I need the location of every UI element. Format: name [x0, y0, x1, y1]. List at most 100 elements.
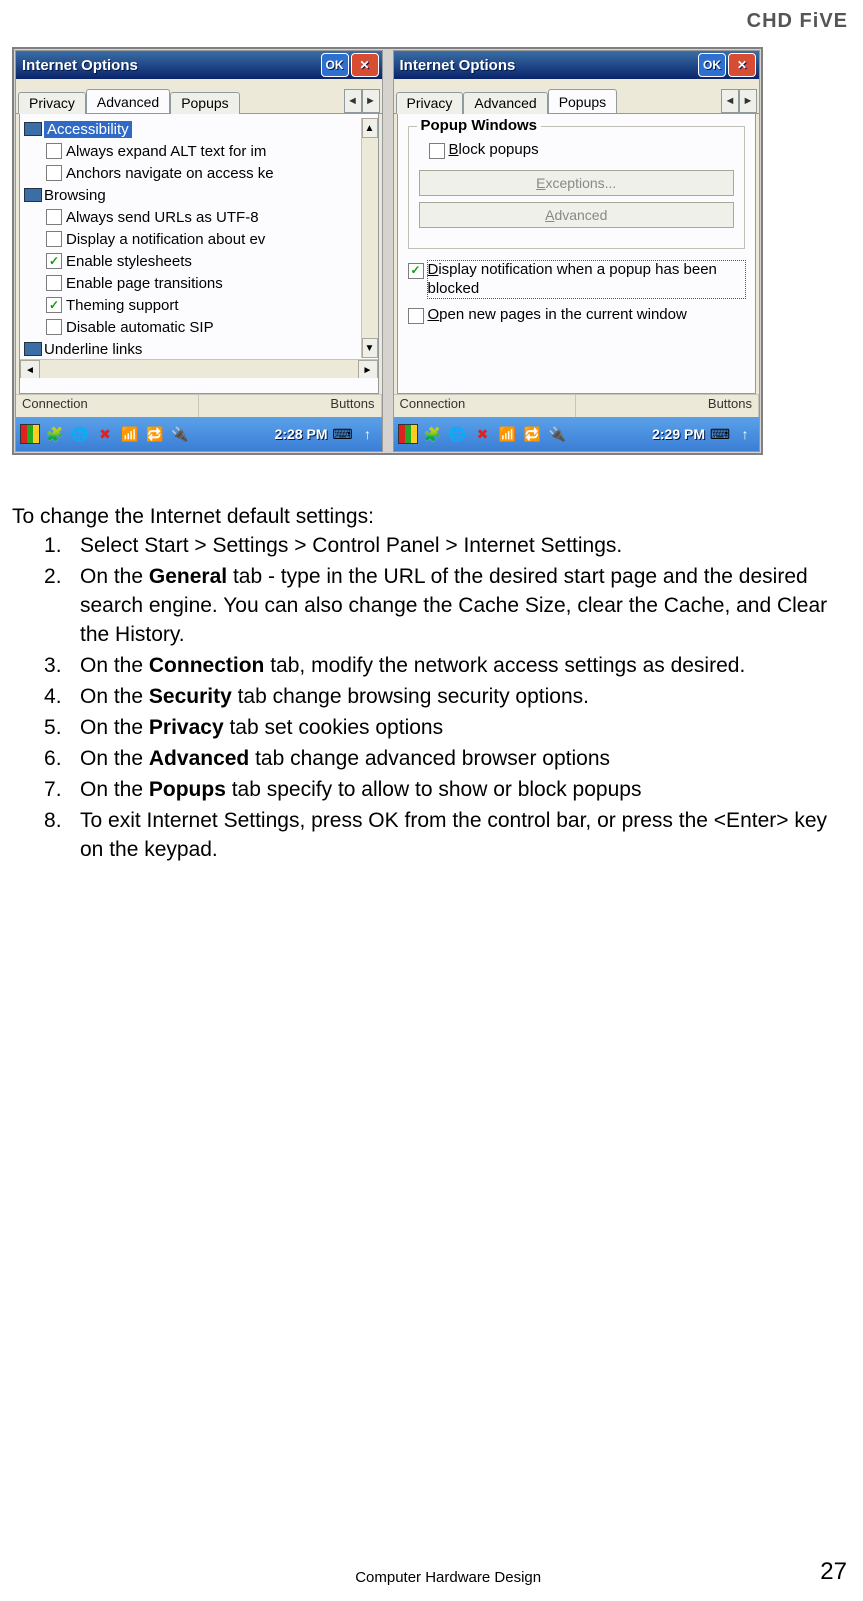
tray-icon[interactable]: 🔌: [548, 424, 568, 444]
tree-item[interactable]: Theming support: [66, 297, 179, 314]
close-button[interactable]: ✕: [728, 53, 756, 77]
taskbar-clock: 2:29 PM: [652, 426, 705, 442]
screenshot-advanced: Internet Options OK ✕ Privacy Advanced P…: [15, 50, 383, 452]
popups-panel: Popup Windows Block popups Exceptions...…: [397, 114, 757, 394]
scroll-up-icon[interactable]: ▲: [362, 118, 378, 138]
checkbox[interactable]: [46, 165, 62, 181]
sip-icon[interactable]: ⌨: [710, 424, 730, 444]
checkbox-open-new-pages[interactable]: [408, 308, 424, 324]
checkbox[interactable]: [46, 231, 62, 247]
step-6: On the Advanced tab change advanced brow…: [80, 745, 851, 776]
start-icon[interactable]: [20, 424, 40, 444]
ok-button[interactable]: OK: [321, 53, 349, 77]
scroll-right-icon[interactable]: ►: [358, 360, 378, 378]
checkbox[interactable]: [46, 209, 62, 225]
tray-icon[interactable]: 🔌: [170, 424, 190, 444]
softkey-bar: Connection Buttons: [16, 394, 382, 417]
settings-tree[interactable]: Accessibility Always expand ALT text for…: [20, 118, 378, 378]
softkey-connection[interactable]: Connection: [16, 395, 199, 417]
folder-icon: [24, 121, 42, 137]
checkbox-display-notification[interactable]: [408, 263, 424, 279]
tray-icon[interactable]: 🧩: [423, 424, 443, 444]
block-popups-label: Block popups: [449, 141, 539, 160]
window-title: Internet Options: [400, 57, 516, 74]
sip-icon[interactable]: ⌨: [333, 424, 353, 444]
tray-icon[interactable]: ✖: [473, 424, 493, 444]
close-button[interactable]: ✕: [351, 53, 379, 77]
tray-icon[interactable]: 🧩: [45, 424, 65, 444]
softkey-buttons[interactable]: Buttons: [199, 395, 382, 417]
tray-icon[interactable]: 🌐: [448, 424, 468, 444]
step-7: On the Popups tab specify to allow to sh…: [80, 776, 851, 807]
screenshot-popups: Internet Options OK ✕ Privacy Advanced P…: [393, 50, 761, 452]
checkbox-checked[interactable]: [46, 253, 62, 269]
scroll-down-icon[interactable]: ▼: [362, 338, 378, 358]
tray-icon[interactable]: 📶: [498, 424, 518, 444]
page-footer: Computer Hardware Design 27: [0, 1558, 863, 1586]
start-icon[interactable]: [398, 424, 418, 444]
window-title: Internet Options: [22, 57, 138, 74]
tab-advanced[interactable]: Advanced: [463, 92, 547, 114]
tabbar-right: Privacy Advanced Popups ◄ ►: [394, 79, 760, 114]
folder-icon: [24, 341, 42, 357]
footer-title: Computer Hardware Design: [76, 1569, 820, 1586]
tray-icon[interactable]: 🌐: [70, 424, 90, 444]
tray-icon[interactable]: 🔁: [145, 424, 165, 444]
step-3: On the Connection tab, modify the networ…: [80, 652, 851, 683]
checkbox-block-popups[interactable]: [429, 143, 445, 159]
tab-scroll-left[interactable]: ◄: [721, 89, 739, 113]
step-1: Select Start > Settings > Control Panel …: [80, 532, 851, 563]
checkbox-checked[interactable]: [46, 297, 62, 313]
softkey-connection[interactable]: Connection: [394, 395, 577, 417]
instructions-intro: To change the Internet default settings:: [12, 503, 851, 532]
tree-group-underline[interactable]: Underline links: [44, 341, 142, 358]
checkbox[interactable]: [46, 275, 62, 291]
titlebar-left: Internet Options OK ✕: [16, 51, 382, 79]
ok-button[interactable]: OK: [698, 53, 726, 77]
popup-windows-group: Popup Windows Block popups Exceptions...…: [408, 126, 746, 249]
taskbar-right: 🧩 🌐 ✖ 📶 🔁 🔌 2:29 PM ⌨ ↑: [394, 417, 760, 451]
checkbox[interactable]: [46, 143, 62, 159]
checkbox[interactable]: [46, 319, 62, 335]
horizontal-scrollbar[interactable]: ◄ ►: [20, 359, 378, 378]
group-title: Popup Windows: [417, 117, 542, 134]
tree-group-browsing[interactable]: Browsing: [44, 187, 106, 204]
softkey-bar: Connection Buttons: [394, 394, 760, 417]
vertical-scrollbar[interactable]: ▲ ▼: [361, 118, 378, 358]
tab-advanced[interactable]: Advanced: [86, 89, 170, 113]
tree-item[interactable]: Always send URLs as UTF-8: [66, 209, 259, 226]
tree-group-accessibility[interactable]: Accessibility: [44, 121, 132, 138]
screenshot-figure: Internet Options OK ✕ Privacy Advanced P…: [12, 47, 763, 455]
tab-scroll-right[interactable]: ►: [739, 89, 757, 113]
menu-up-icon[interactable]: ↑: [358, 424, 378, 444]
step-5: On the Privacy tab set cookies options: [80, 714, 851, 745]
tab-scroll-left[interactable]: ◄: [344, 89, 362, 113]
tab-privacy[interactable]: Privacy: [396, 92, 464, 114]
tab-privacy[interactable]: Privacy: [18, 92, 86, 114]
exceptions-button[interactable]: Exceptions...: [419, 170, 735, 196]
tab-popups[interactable]: Popups: [548, 89, 617, 113]
tabbar-left: Privacy Advanced Popups ◄ ►: [16, 79, 382, 114]
tray-icon[interactable]: 🔁: [523, 424, 543, 444]
open-new-pages-label: Open new pages in the current window: [428, 306, 687, 325]
tree-item[interactable]: Enable page transitions: [66, 275, 223, 292]
page-header: CHD FiVE: [12, 10, 851, 41]
tree-item[interactable]: Enable stylesheets: [66, 253, 192, 270]
tree-item[interactable]: Always expand ALT text for im: [66, 143, 266, 160]
page-number: 27: [820, 1558, 847, 1586]
tray-icon[interactable]: ✖: [95, 424, 115, 444]
scroll-left-icon[interactable]: ◄: [20, 360, 40, 378]
tree-item[interactable]: Display a notification about ev: [66, 231, 265, 248]
tree-item[interactable]: Disable automatic SIP: [66, 319, 214, 336]
taskbar-clock: 2:28 PM: [275, 426, 328, 442]
tray-icon[interactable]: 📶: [120, 424, 140, 444]
tab-scroll-right[interactable]: ►: [362, 89, 380, 113]
menu-up-icon[interactable]: ↑: [735, 424, 755, 444]
display-notification-label: Display notification when a popup has be…: [428, 261, 746, 299]
advanced-button[interactable]: Advanced: [419, 202, 735, 228]
softkey-buttons[interactable]: Buttons: [576, 395, 759, 417]
tab-popups[interactable]: Popups: [170, 92, 239, 114]
step-4: On the Security tab change browsing secu…: [80, 683, 851, 714]
step-2: On the General tab - type in the URL of …: [80, 563, 851, 652]
tree-item[interactable]: Anchors navigate on access ke: [66, 165, 274, 182]
